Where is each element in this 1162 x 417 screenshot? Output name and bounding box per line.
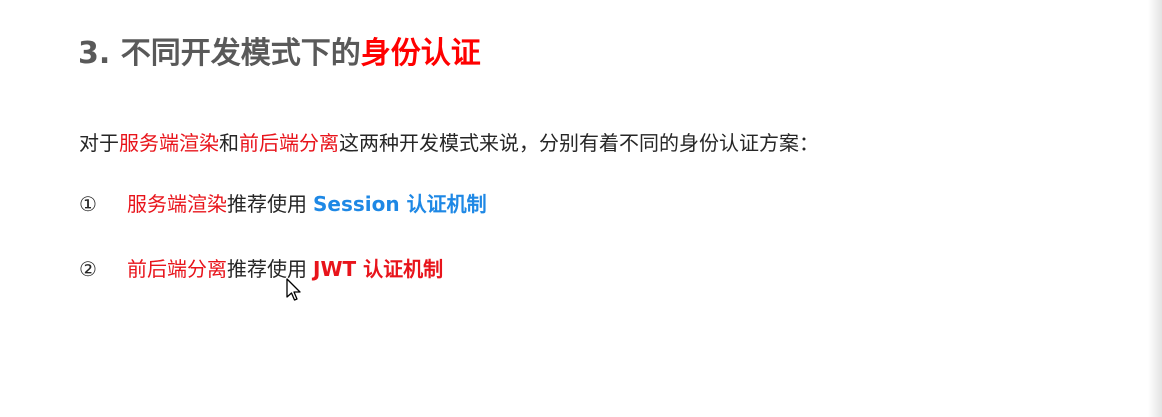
intro-term-server-rendering: 服务端渲染 — [119, 131, 219, 155]
list-item-middle-text: 推荐使用 — [227, 192, 307, 216]
intro-term-frontend-backend-separation: 前后端分离 — [239, 131, 339, 155]
list-item-term: 前后端分离 — [127, 257, 227, 281]
list-item-term: 服务端渲染 — [127, 192, 227, 216]
intro-text-2: 和 — [219, 131, 239, 155]
slide-title: 3. 不同开发模式下的身份认证 — [78, 28, 481, 72]
intro-text-1: 对于 — [79, 131, 119, 155]
intro-text-3: 这两种开发模式来说，分别有着不同的身份认证方案： — [339, 131, 819, 155]
title-prefix: 3. 不同开发模式下的 — [78, 36, 361, 71]
list-item-number: ② — [79, 257, 97, 281]
list-item-number: ① — [79, 192, 97, 216]
intro-paragraph: 对于服务端渲染和前后端分离这两种开发模式来说，分别有着不同的身份认证方案： — [79, 127, 819, 156]
list-item-tech-jwt: JWT 认证机制 — [313, 257, 444, 281]
mouse-pointer-icon — [286, 278, 301, 301]
list-item-session: ① 服务端渲染推荐使用 Session 认证机制 — [79, 188, 487, 217]
list-item-jwt: ② 前后端分离推荐使用 JWT 认证机制 — [79, 253, 443, 282]
title-highlight: 身份认证 — [360, 36, 481, 71]
slide-edge-shadow — [1148, 0, 1162, 417]
list-item-tech-session: Session 认证机制 — [313, 192, 487, 216]
slide: 3. 不同开发模式下的身份认证 对于服务端渲染和前后端分离这两种开发模式来说，分… — [0, 0, 1162, 417]
